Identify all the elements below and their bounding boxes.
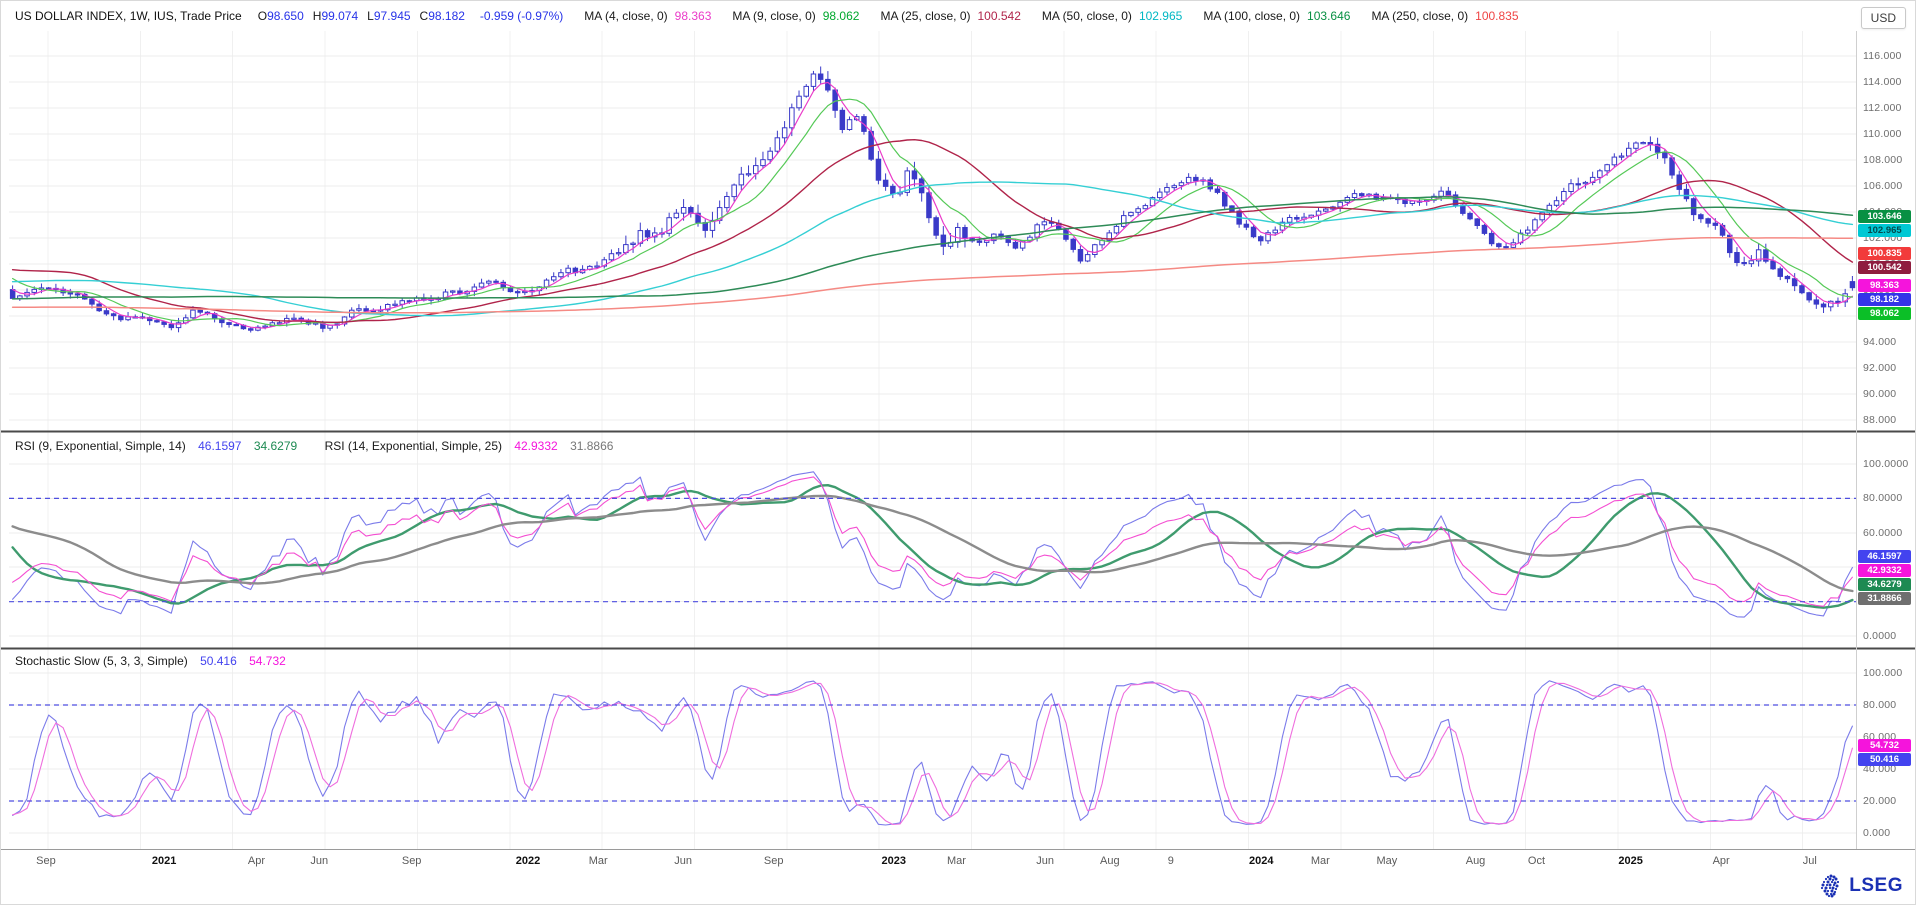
- price-badge: 100.542: [1858, 261, 1911, 274]
- rsi-badge: 46.1597: [1858, 550, 1911, 563]
- ohlc-values: O98.650 H99.074 L97.945 C98.182 -0.959 (-0.9…: [258, 9, 564, 23]
- ma-legend-item: MA (100, close, 0)103.646: [1203, 9, 1350, 23]
- rsi-badge: 42.9332: [1858, 564, 1911, 577]
- time-axis-label: Jul: [1803, 855, 1817, 867]
- rsi-axis-label: 60.0000: [1863, 527, 1902, 539]
- time-axis-label: Oct: [1528, 855, 1545, 867]
- price-badge: 98.062: [1858, 307, 1911, 320]
- lseg-logo: LSEG: [1818, 873, 1903, 899]
- stochastic-indicator-header: Stochastic Slow (5, 3, 3, Simple) 50.416…: [15, 654, 286, 668]
- time-axis-label: Sep: [402, 855, 422, 867]
- time-axis-label: 2025: [1618, 855, 1642, 867]
- price-axis-label: 90.000: [1863, 388, 1896, 400]
- chart-canvas[interactable]: [1, 1, 1916, 905]
- rsi-panel-series: [9, 472, 1856, 617]
- time-axis-label: Apr: [1713, 855, 1730, 867]
- stoch-label: Stochastic Slow (5, 3, 3, Simple): [15, 654, 188, 668]
- lseg-crest-icon: [1818, 873, 1844, 899]
- chart-header: US DOLLAR INDEX, 1W, IUS, Trade Price O9…: [1, 1, 1851, 31]
- time-axis-label: Aug: [1466, 855, 1486, 867]
- lseg-logo-text: LSEG: [1849, 875, 1903, 897]
- rsi-value-3: 42.9332: [514, 439, 557, 453]
- time-axis-label: Jun: [1036, 855, 1054, 867]
- time-axis-label: Apr: [248, 855, 265, 867]
- price-axis-label: 112.000: [1863, 102, 1902, 114]
- ohlc-l: L97.945: [367, 9, 410, 23]
- rsi-label-1: RSI (9, Exponential, Simple, 14): [15, 439, 186, 453]
- rsi-badge: 34.6279: [1858, 578, 1911, 591]
- ohlc-o: O98.650: [258, 9, 304, 23]
- price-axis-label: 94.000: [1863, 336, 1896, 348]
- price-axis-label: 92.000: [1863, 362, 1896, 374]
- time-axis-label: Jun: [310, 855, 328, 867]
- price-axis-label: 108.000: [1863, 154, 1902, 166]
- ma-legend-item: MA (25, close, 0)100.542: [880, 9, 1020, 23]
- ma-legend-item: MA (250, close, 0)100.835: [1371, 9, 1518, 23]
- rsi-axis-label: 0.0000: [1863, 630, 1896, 642]
- time-axis-label: 2023: [881, 855, 905, 867]
- stoch-axis-label: 0.000: [1863, 827, 1890, 839]
- price-axis-label: 116.000: [1863, 50, 1902, 62]
- rsi-indicator-header: RSI (9, Exponential, Simple, 14) 46.1597…: [15, 439, 613, 453]
- ohlc-c: C98.182: [420, 9, 465, 23]
- stoch-axis-label: 100.000: [1863, 667, 1902, 679]
- ma-legend-item: MA (50, close, 0)102.965: [1042, 9, 1182, 23]
- price-axis-label: 110.000: [1863, 128, 1902, 140]
- time-axis-label: Aug: [1100, 855, 1120, 867]
- price-axis-label: 106.000: [1863, 180, 1902, 192]
- rsi-value-1: 46.1597: [198, 439, 241, 453]
- ma-legend-item: MA (9, close, 0)98.062: [732, 9, 859, 23]
- price-badge: 102.965: [1858, 224, 1911, 237]
- rsi-axis-label: 100.0000: [1863, 458, 1908, 470]
- time-axis-label: Jun: [674, 855, 692, 867]
- ma-legend: MA (4, close, 0)98.363 MA (9, close, 0)98…: [563, 9, 1518, 23]
- stoch-value-2: 54.732: [249, 654, 286, 668]
- ma-legend-item: MA (4, close, 0)98.363: [584, 9, 711, 23]
- change-value: -0.959 (-0.97%): [480, 9, 563, 23]
- time-axis-label: Mar: [947, 855, 966, 867]
- price-badge: 103.646: [1858, 210, 1911, 223]
- time-axis-label: May: [1376, 855, 1397, 867]
- stoch-panel-series: [9, 681, 1856, 825]
- price-axis-label: 88.000: [1863, 414, 1896, 426]
- stoch-value-1: 50.416: [200, 654, 237, 668]
- ohlc-h: H99.074: [313, 9, 358, 23]
- stoch-badge: 50.416: [1858, 753, 1911, 766]
- time-axis-label: Sep: [36, 855, 56, 867]
- time-axis-label: 9: [1168, 855, 1174, 867]
- time-axis-label: Mar: [1311, 855, 1330, 867]
- rsi-label-2: RSI (14, Exponential, Simple, 25): [325, 439, 502, 453]
- instrument-title: US DOLLAR INDEX, 1W, IUS, Trade Price: [15, 9, 242, 23]
- rsi-value-4: 31.8866: [570, 439, 613, 453]
- time-axis-label: 2021: [152, 855, 176, 867]
- price-badge: 98.182: [1858, 293, 1911, 306]
- rsi-value-2: 34.6279: [254, 439, 297, 453]
- trading-chart-app: US DOLLAR INDEX, 1W, IUS, Trade Price O9…: [0, 0, 1916, 905]
- price-axis-label: 114.000: [1863, 76, 1902, 88]
- rsi-axis-label: 80.0000: [1863, 492, 1902, 504]
- price-badge: 100.835: [1858, 247, 1911, 260]
- price-badge: 98.363: [1858, 279, 1911, 292]
- time-axis-label: Sep: [764, 855, 784, 867]
- time-axis-label: 2024: [1249, 855, 1273, 867]
- moving-average-lines: [13, 82, 1853, 328]
- stoch-badge: 54.732: [1858, 739, 1911, 752]
- rsi-badge: 31.8866: [1858, 592, 1911, 605]
- time-axis-label: 2022: [516, 855, 540, 867]
- currency-selector-button[interactable]: USD: [1861, 7, 1906, 29]
- stoch-axis-label: 20.000: [1863, 795, 1896, 807]
- time-axis-label: Mar: [589, 855, 608, 867]
- stoch-axis-label: 80.000: [1863, 699, 1896, 711]
